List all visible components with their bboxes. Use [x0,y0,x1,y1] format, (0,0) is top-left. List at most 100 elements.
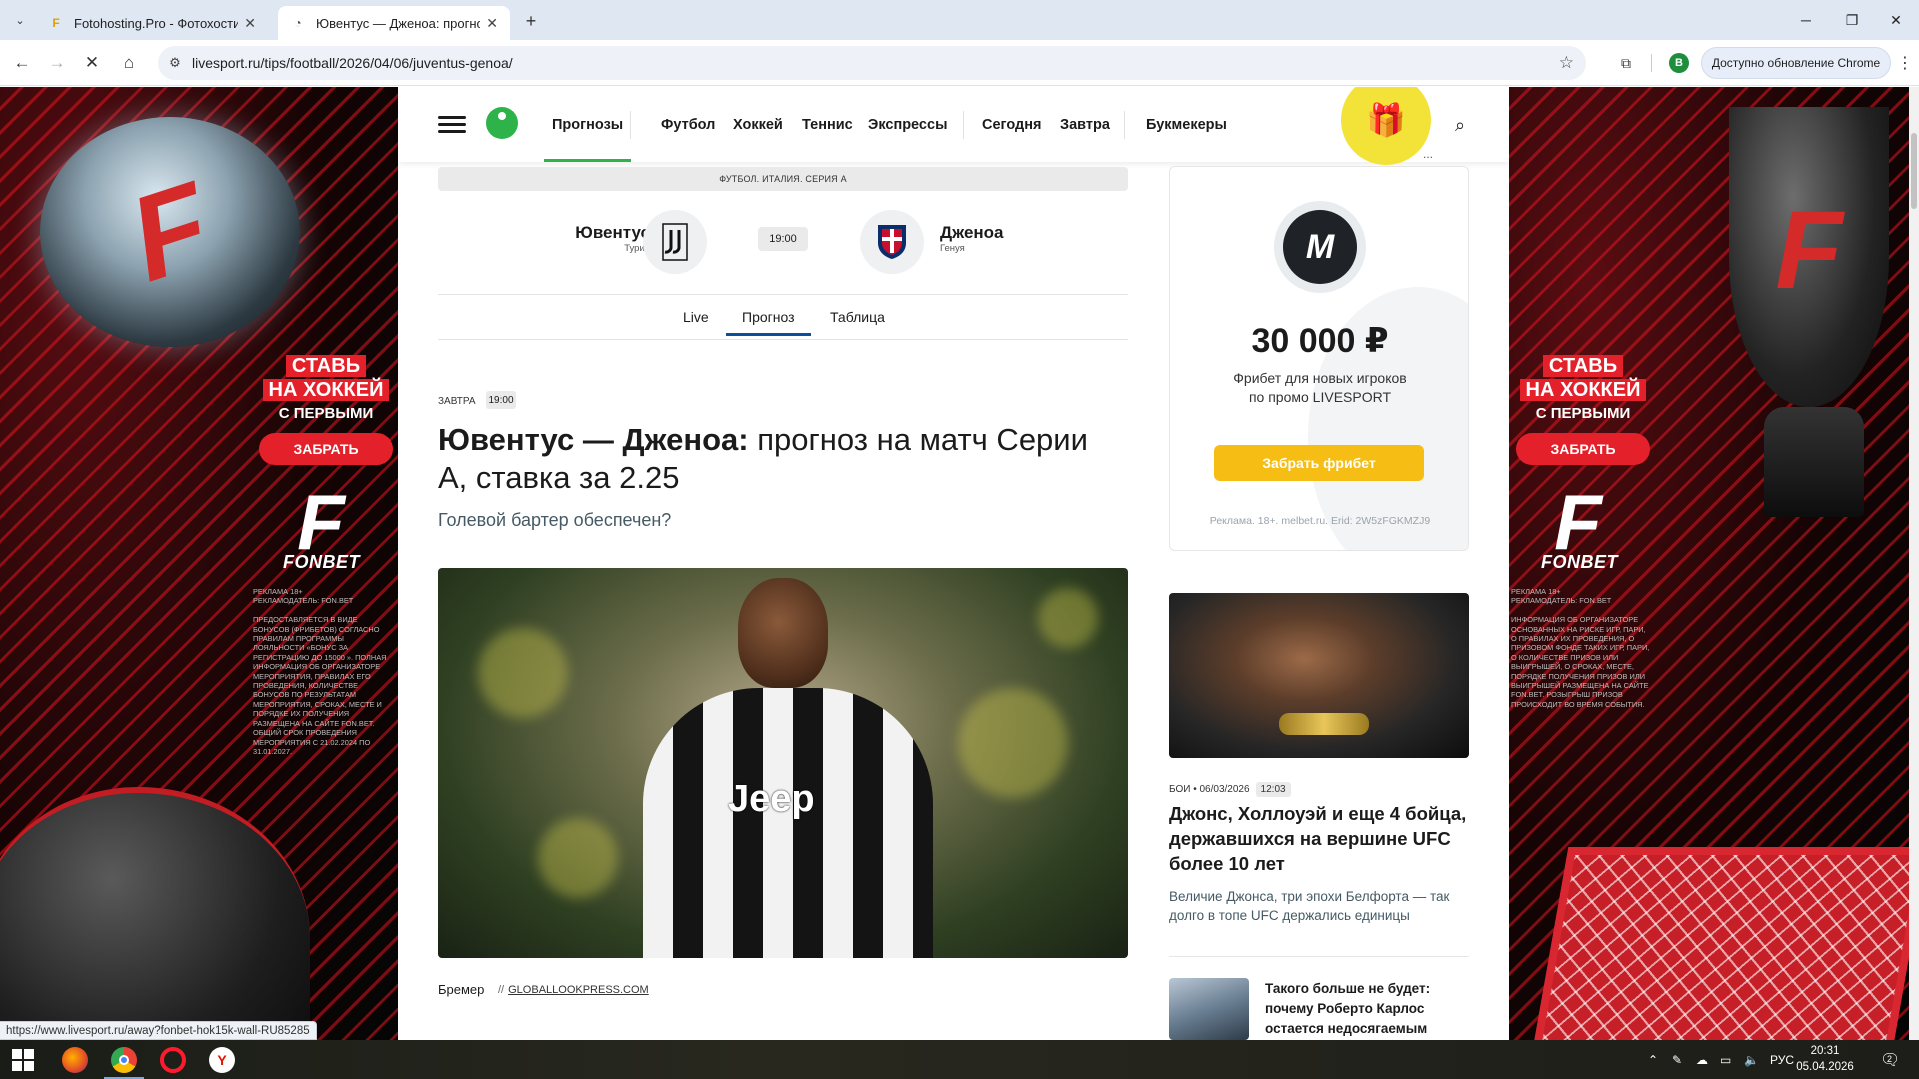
volume-tray-icon[interactable]: 🔈 [1744,1040,1759,1079]
new-tab-button[interactable]: + [518,8,544,34]
away-team[interactable]: Дженоа Генуя [940,223,1060,254]
news-image[interactable] [1169,593,1469,758]
search-icon[interactable]: ⌕ [1448,113,1472,137]
page-viewport: F СТАВЬ НА ХОККЕЙ С ПЕРВЫМИ ЗАБРАТЬ F FO… [0,87,1919,1040]
side-ad-left[interactable]: F СТАВЬ НА ХОККЕЙ С ПЕРВЫМИ ЗАБРАТЬ F FO… [0,87,398,1040]
ad-legal-text: РЕКЛАМА 18+ РЕКЛАМОДАТЕЛЬ: FON.BET ПРЕДО… [253,587,387,756]
ad-claim-button[interactable]: ЗАБРАТЬ [259,433,393,465]
news-date: 06/03/2026 [1199,784,1250,795]
news-title[interactable]: Джонс, Холлоуэй и еще 4 бойца, державших… [1169,801,1474,876]
url-text[interactable]: livesport.ru/tips/football/2026/04/06/ju… [192,55,513,71]
windows-start-icon[interactable] [12,1049,34,1071]
home-team[interactable]: Ювентус Турин [538,223,650,254]
site-info-icon[interactable]: ⚙ [158,55,192,71]
nav-predictions[interactable]: Прогнозы [543,87,632,162]
caption-separator: // [498,984,505,996]
ad-headline: СТАВЬ НА ХОККЕЙ С ПЕРВЫМИ [252,355,398,425]
away-team-name: Дженоа [940,223,1004,242]
tab-search-button[interactable]: ⌄ [8,8,32,32]
hamburger-menu-icon[interactable] [438,116,466,133]
hockey-goal-net-image [1529,847,1909,1040]
news-category: БОИ [1169,784,1191,795]
image-caption: Бремер [438,982,485,997]
ad-headline-line2: НА ХОККЕЙ [1519,379,1647,401]
ad-headline: СТАВЬ НА ХОККЕЙ С ПЕРВЫМИ [1509,355,1657,425]
pen-tray-icon[interactable]: ✎ [1672,1040,1682,1079]
link-status-bubble: https://www.livesport.ru/away?fonbet-hok… [0,1021,317,1040]
melbet-logo: M [1274,201,1366,293]
nav-today[interactable]: Сегодня [982,87,1041,162]
toolbar-divider [1651,54,1652,72]
profile-avatar[interactable]: B [1669,53,1689,73]
juventus-crest-icon[interactable] [643,210,707,274]
close-window-button[interactable]: ✕ [1873,0,1919,40]
chrome-icon[interactable] [111,1047,137,1073]
image-source: //GLOBALLOOKPRESS.COM [498,984,649,996]
nav-football[interactable]: Футбол [661,87,715,162]
nav-hockey[interactable]: Хоккей [733,87,783,162]
forward-button[interactable]: → [41,47,73,79]
bookmark-star-icon[interactable]: ☆ [1559,53,1574,73]
scrollbar-thumb[interactable] [1911,133,1917,209]
close-icon[interactable]: ✕ [238,15,256,32]
address-bar[interactable]: ⚙ livesport.ru/tips/football/2026/04/06/… [158,46,1586,80]
nav-express[interactable]: Экспрессы [868,87,947,162]
fonbet-logo-letter: F [297,478,345,566]
nav-tomorrow[interactable]: Завтра [1060,87,1110,162]
tabs-divider-bottom [438,339,1128,340]
tab-strip: ⌄ F Fotohosting.Pro - Фотохостинг ✕ ◔ Юв… [0,0,1919,40]
opera-icon[interactable] [160,1047,186,1073]
tab-livesport[interactable]: ◔ Ювентус — Дженоа: прогноз ✕ [278,6,510,40]
player-jersey [643,688,933,958]
side-ad-right[interactable]: F СТАВЬ НА ХОККЕЙ С ПЕРВЫМИ ЗАБРАТЬ F FO… [1509,87,1909,1040]
livesport-logo[interactable] [486,107,518,139]
tray-expand-icon[interactable]: ⌃ [1648,1040,1658,1079]
cup-logo-letter: F [1775,189,1843,312]
nav-tennis[interactable]: Теннис [802,87,853,162]
ad-headline-line1: СТАВЬ [285,355,367,377]
tab-table[interactable]: Таблица [830,309,885,325]
page-scrollbar[interactable] [1909,87,1919,1040]
melbet-logo-letter: M [1283,210,1357,284]
nav-bookmakers[interactable]: Букмекеры [1146,87,1227,162]
language-indicator[interactable]: РУС [1770,1040,1794,1079]
article-hero-image[interactable]: Jeep [438,568,1128,958]
gift-icon[interactable]: 🎁 [1341,87,1431,165]
tab-prediction[interactable]: Прогноз [726,309,810,336]
league-label: ФУТБОЛ. ИТАЛИЯ. СЕРИЯ А [438,167,1128,191]
menu-kebab-icon[interactable]: ⋮ [1895,52,1915,74]
news-thumbnail[interactable] [1169,978,1249,1040]
tab-fotohosting[interactable]: F Fotohosting.Pro - Фотохостинг ✕ [36,6,268,40]
chrome-update-button[interactable]: Доступно обновление Chrome [1701,47,1891,79]
restore-button[interactable]: ❐ [1829,0,1875,40]
ad-claim-button[interactable]: ЗАБРАТЬ [1516,433,1650,465]
stop-button[interactable]: ✕ [76,47,108,79]
ad-headline-line2: НА ХОККЕЙ [262,379,390,401]
windows-taskbar: Y ⌃ ✎ ☁ ▭ 🔈 РУС 20:31 05.04.2026 🗨 2 [0,1040,1919,1079]
taskbar-clock[interactable]: 20:31 05.04.2026 [1795,1043,1855,1075]
claim-freebet-button[interactable]: Забрать фрибет [1214,445,1424,481]
promo-desc-line1: Фрибет для новых игроков [1233,370,1407,386]
notification-icon[interactable]: 🗨 2 [1880,1040,1900,1079]
genoa-crest-icon[interactable] [860,210,924,274]
more-dots[interactable]: ... [1423,147,1433,161]
close-icon[interactable]: ✕ [480,15,498,32]
image-source-link[interactable]: GLOBALLOOKPRESS.COM [508,984,649,996]
news-title[interactable]: Такого больше не будет: почему Роберто К… [1265,979,1470,1039]
yandex-browser-icon[interactable]: Y [209,1047,235,1073]
browser-toolbar: ← → ✕ ⌂ ⚙ livesport.ru/tips/football/202… [0,40,1919,86]
back-button[interactable]: ← [6,47,38,79]
firefox-icon[interactable] [62,1047,88,1073]
cloud-tray-icon[interactable]: ☁ [1696,1040,1708,1079]
nav-divider [1124,111,1125,139]
tab-live[interactable]: Live [683,309,709,325]
minimize-button[interactable]: ─ [1783,0,1829,40]
livesport-site: Прогнозы Футбол Хоккей Теннис Экспрессы … [398,87,1509,1040]
extensions-icon[interactable]: ⧉ [1615,52,1637,74]
home-button[interactable]: ⌂ [113,47,145,79]
tabs-divider-top [438,294,1128,295]
news-lead: Величие Джонса, три эпохи Белфорта — так… [1169,889,1450,923]
promo-card[interactable]: M 30 000 ₽ Фрибет для новых игроков по п… [1169,166,1469,551]
network-tray-icon[interactable]: ▭ [1720,1040,1731,1079]
clock-date: 05.04.2026 [1796,1061,1854,1073]
